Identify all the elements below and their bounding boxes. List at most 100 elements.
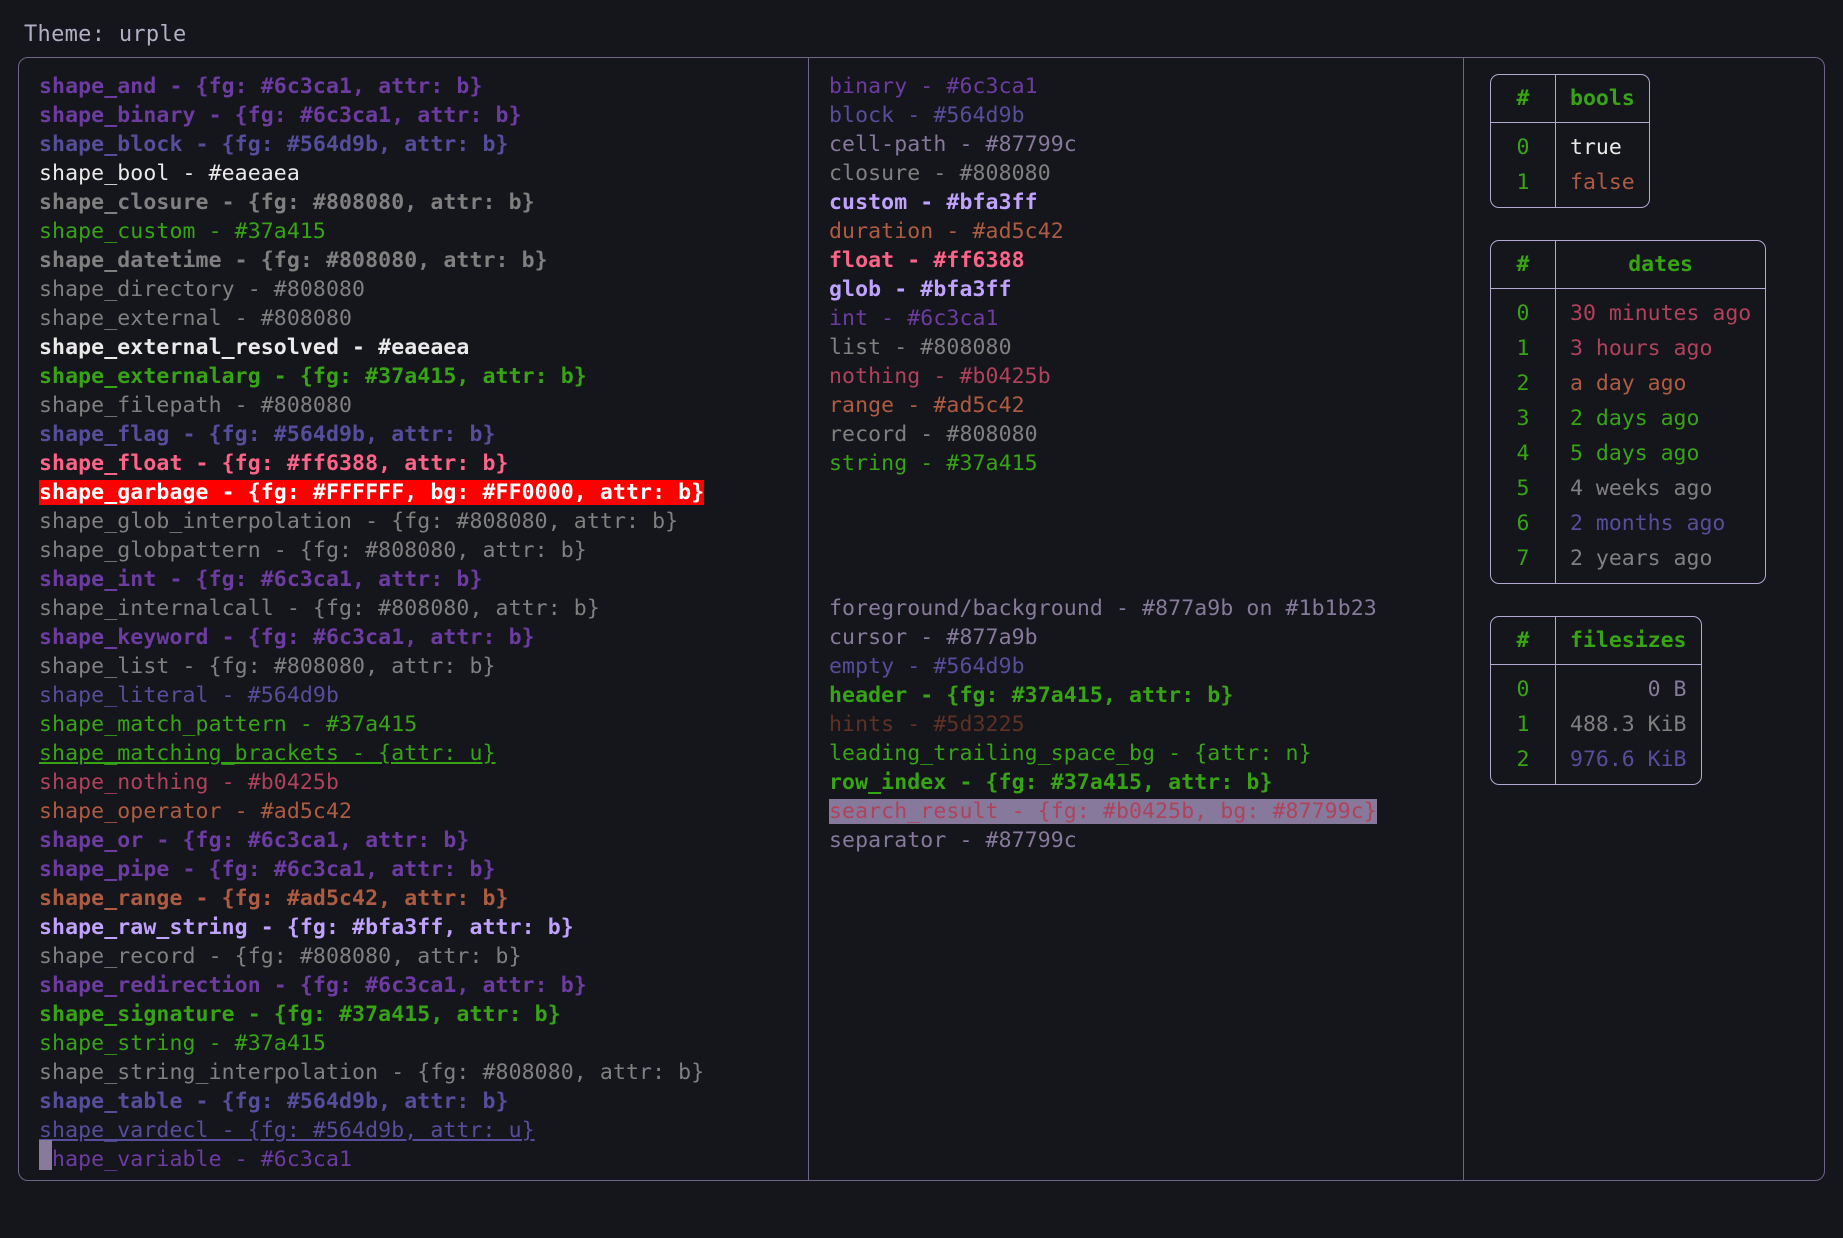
shape-line: shape_nothing - #b0425b <box>39 768 798 797</box>
table-header-value: filesizes <box>1570 628 1687 653</box>
table-row: 3 2 days ago <box>1491 401 1765 436</box>
table-cell-value: 4 weeks ago <box>1570 476 1713 501</box>
table-cell-index: 4 <box>1491 436 1556 471</box>
shape-line: shape_globpattern - {fg: #808080, attr: … <box>39 536 798 565</box>
table-row: 5 4 weeks ago <box>1491 471 1765 506</box>
shape-line: shape_binary - {fg: #6c3ca1, attr: b} <box>39 101 798 130</box>
table-cell-value: 2 days ago <box>1570 406 1700 431</box>
type-label: range - #ad5c42 <box>829 393 1025 418</box>
shape-line: shape_block - {fg: #564d9b, attr: b} <box>39 130 798 159</box>
shape-line: shape_record - {fg: #808080, attr: b} <box>39 942 798 971</box>
table-cell-value: 0 B <box>1647 677 1687 702</box>
ui-element-line: header - {fg: #37a415, attr: b} <box>829 681 1453 710</box>
shape-label: shape_range - {fg: #ad5c42, attr: b} <box>39 886 509 911</box>
ui-element-line: hints - #5d3225 <box>829 710 1453 739</box>
shape-line: shape_string - #37a415 <box>39 1029 798 1058</box>
shape-label: shape_string_interpolation - {fg: #80808… <box>39 1060 705 1085</box>
type-line: float - #ff6388 <box>829 246 1453 275</box>
type-label: record - #808080 <box>829 422 1038 447</box>
table-row: 1 488.3 KiB <box>1491 707 1701 742</box>
shape-label: shape_externalarg - {fg: #37a415, attr: … <box>39 364 587 389</box>
table-cell-value: 488.3 KiB <box>1570 712 1687 737</box>
ui-elements-list: foreground/background - #877a9b on #1b1b… <box>829 594 1453 855</box>
shape-line: shape_or - {fg: #6c3ca1, attr: b} <box>39 826 798 855</box>
shape-line: shape_and - {fg: #6c3ca1, attr: b} <box>39 72 798 101</box>
shape-label: shape_redirection - {fg: #6c3ca1, attr: … <box>39 973 587 998</box>
shape-label: shape_operator - #ad5c42 <box>39 799 353 824</box>
table-dates: # dates 0 30 minutes ago 1 3 hours ago 2 a day … <box>1490 240 1767 584</box>
terminal-cursor <box>39 1140 52 1170</box>
type-line: int - #6c3ca1 <box>829 304 1453 333</box>
type-line: block - #564d9b <box>829 101 1453 130</box>
type-label: block - #564d9b <box>829 103 1025 128</box>
shape-label: shape_list - {fg: #808080, attr: b} <box>39 654 496 679</box>
shape-label: shape_pipe - {fg: #6c3ca1, attr: b} <box>39 857 496 882</box>
shape-line: shape_keyword - {fg: #6c3ca1, attr: b} <box>39 623 798 652</box>
shape-label: shape_variable - #6c3ca1 <box>39 1147 353 1172</box>
shape-line: shape_string_interpolation - {fg: #80808… <box>39 1058 798 1087</box>
table-row: 0 30 minutes ago <box>1491 288 1765 331</box>
type-line: closure - #808080 <box>829 159 1453 188</box>
type-label: glob - #bfa3ff <box>829 277 1012 302</box>
shape-line: shape_externalarg - {fg: #37a415, attr: … <box>39 362 798 391</box>
shape-line: shape_external - #808080 <box>39 304 798 333</box>
shape-label: shape_signature - {fg: #37a415, attr: b} <box>39 1002 561 1027</box>
table-cell-value: 3 hours ago <box>1570 336 1713 361</box>
shape-label: shape_raw_string - {fg: #bfa3ff, attr: b… <box>39 915 574 940</box>
table-row: 2 a day ago <box>1491 366 1765 401</box>
shape-label: shape_block - {fg: #564d9b, attr: b} <box>39 132 509 157</box>
shape-label: shape_string - #37a415 <box>39 1031 326 1056</box>
page-title: Theme: urple <box>24 22 187 47</box>
shape-label: shape_closure - {fg: #808080, attr: b} <box>39 190 535 215</box>
table-cell-value: 5 days ago <box>1570 441 1700 466</box>
ui-element-line: empty - #564d9b <box>829 652 1453 681</box>
type-label: int - #6c3ca1 <box>829 306 999 331</box>
table-row: 0 true <box>1491 122 1649 165</box>
ui-element-label: empty - #564d9b <box>829 654 1025 679</box>
type-line: custom - #bfa3ff <box>829 188 1453 217</box>
ui-element-label: header - {fg: #37a415, attr: b} <box>829 683 1234 708</box>
shape-line: shape_external_resolved - #eaeaea <box>39 333 798 362</box>
shape-line: shape_int - {fg: #6c3ca1, attr: b} <box>39 565 798 594</box>
table-cell-index: 7 <box>1491 541 1556 583</box>
shape-line: shape_datetime - {fg: #808080, attr: b} <box>39 246 798 275</box>
table-cell-value: 2 years ago <box>1570 546 1713 571</box>
ui-element-line: foreground/background - #877a9b on #1b1b… <box>829 594 1453 623</box>
shape-line: shape_garbage - {fg: #FFFFFF, bg: #FF000… <box>39 478 798 507</box>
shape-label: shape_record - {fg: #808080, attr: b} <box>39 944 522 969</box>
column-spacer <box>829 478 1453 594</box>
shape-line: shape_custom - #37a415 <box>39 217 798 246</box>
table-cell-value: 976.6 KiB <box>1570 747 1687 772</box>
shape-label: shape_internalcall - {fg: #808080, attr:… <box>39 596 600 621</box>
shape-label: shape_custom - #37a415 <box>39 219 326 244</box>
table-cell-index: 3 <box>1491 401 1556 436</box>
type-line: glob - #bfa3ff <box>829 275 1453 304</box>
type-line: nothing - #b0425b <box>829 362 1453 391</box>
shape-label: shape_match_pattern - #37a415 <box>39 712 418 737</box>
type-line: binary - #6c3ca1 <box>829 72 1453 101</box>
table-row: 0 0 B <box>1491 664 1701 707</box>
shape-line: shape_raw_string - {fg: #bfa3ff, attr: b… <box>39 913 798 942</box>
table-cell-index: 5 <box>1491 471 1556 506</box>
table-header-value: dates <box>1628 252 1693 277</box>
table-row: 2 976.6 KiB <box>1491 742 1701 784</box>
table-cell-value: 30 minutes ago <box>1570 301 1752 326</box>
type-label: nothing - #b0425b <box>829 364 1051 389</box>
shape-label: shape_glob_interpolation - {fg: #808080,… <box>39 509 679 534</box>
table-cell-index: 2 <box>1491 742 1556 784</box>
shape-line: shape_filepath - #808080 <box>39 391 798 420</box>
shape-line: shape_internalcall - {fg: #808080, attr:… <box>39 594 798 623</box>
table-cell-index: 6 <box>1491 506 1556 541</box>
ui-element-label: row_index - {fg: #37a415, attr: b} <box>829 770 1273 795</box>
type-label: list - #808080 <box>829 335 1012 360</box>
shape-line: shape_directory - #808080 <box>39 275 798 304</box>
table-cell-value: true <box>1570 135 1622 160</box>
shape-label: shape_int - {fg: #6c3ca1, attr: b} <box>39 567 483 592</box>
shape-label: shape_binary - {fg: #6c3ca1, attr: b} <box>39 103 522 128</box>
shape-label: shape_bool - #eaeaea <box>39 161 300 186</box>
table-cell-index: 0 <box>1491 664 1556 707</box>
table-cell-value: a day ago <box>1570 371 1687 396</box>
type-label: custom - #bfa3ff <box>829 190 1038 215</box>
ui-element-label: hints - #5d3225 <box>829 712 1025 737</box>
shape-label: shape_literal - #564d9b <box>39 683 340 708</box>
